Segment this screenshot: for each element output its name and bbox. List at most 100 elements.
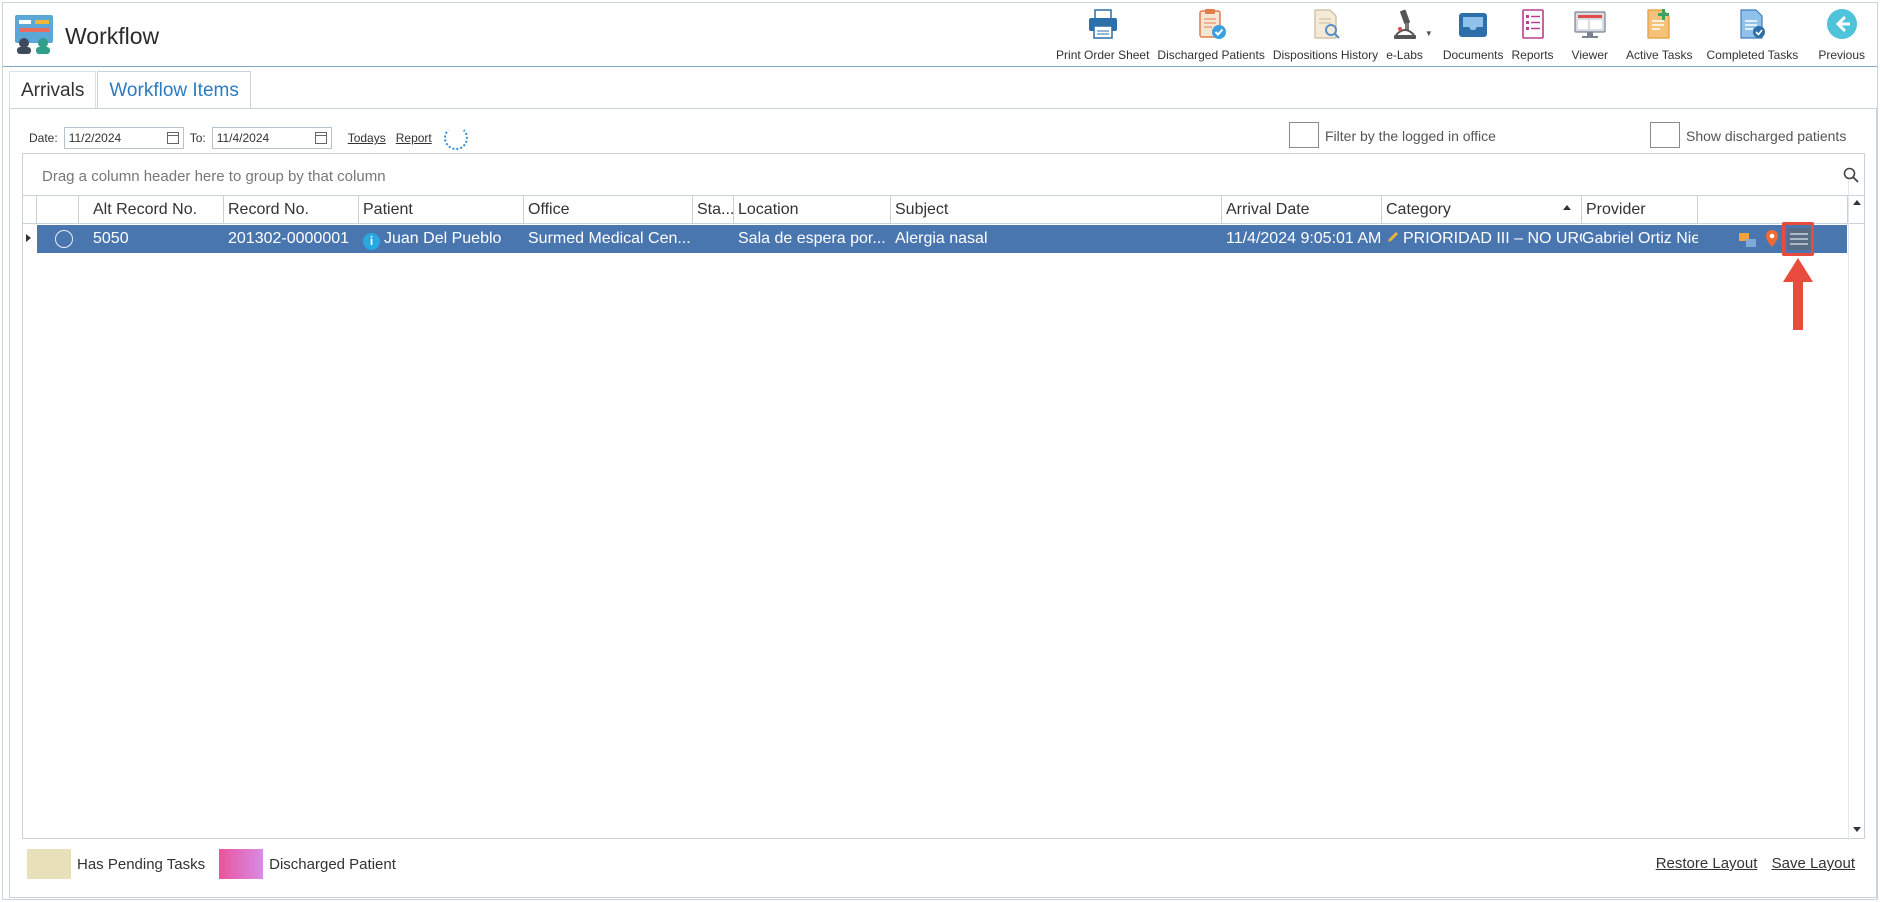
column-header-patient[interactable]: Patient xyxy=(359,196,524,224)
transfer-icon[interactable] xyxy=(1738,231,1758,249)
discharged-patient-swatch xyxy=(219,849,264,879)
column-header-subject[interactable]: Subject xyxy=(891,196,1222,224)
column-header-status[interactable]: Sta... xyxy=(693,196,734,224)
active-tasks-label: Active Tasks xyxy=(1626,48,1693,62)
column-header-alt-record[interactable]: Alt Record No. xyxy=(89,196,224,224)
patient-info-icon[interactable]: i xyxy=(363,233,380,250)
column-header-row: Alt Record No. Record No. Patient Office… xyxy=(23,196,1864,224)
pending-tasks-swatch xyxy=(27,849,71,879)
app-title: Workflow xyxy=(65,23,160,49)
reports-label: Reports xyxy=(1511,48,1554,62)
scroll-up-icon[interactable] xyxy=(1853,200,1861,205)
date-from-field[interactable]: 11/2/2024 xyxy=(63,127,184,149)
vertical-scrollbar[interactable] xyxy=(1848,180,1864,840)
reports-button[interactable]: Reports xyxy=(1508,7,1558,63)
pending-tasks-label: Has Pending Tasks xyxy=(77,855,206,873)
documents-button[interactable]: Documents xyxy=(1439,7,1508,63)
location-pin-icon[interactable] xyxy=(1764,229,1780,249)
table-row[interactable]: 5050 201302-0000001 i Juan Del Pueblo Sur… xyxy=(23,225,1864,253)
cell-office: Surmed Medical Cen... xyxy=(528,230,691,247)
column-header-actions xyxy=(1698,196,1848,224)
print-order-sheet-button[interactable]: Print Order Sheet xyxy=(1052,7,1153,63)
refresh-icon[interactable] xyxy=(443,126,468,150)
column-header-arrival-date[interactable]: Arrival Date xyxy=(1222,196,1382,224)
e-labs-button[interactable]: e-Labs xyxy=(1382,7,1427,63)
group-by-panel[interactable]: Drag a column header here to group by th… xyxy=(23,154,1864,196)
row-expand-icon[interactable] xyxy=(26,234,31,242)
cell-provider: Gabriel Ortiz Nieves xyxy=(1582,230,1698,247)
completed-tasks-icon xyxy=(1740,9,1766,39)
save-layout-link[interactable]: Save Layout xyxy=(1772,855,1855,872)
date-to-label: To: xyxy=(189,131,206,145)
show-discharged-checkbox[interactable] xyxy=(1650,122,1680,148)
date-from-value: 11/2/2024 xyxy=(68,131,122,145)
viewer-button[interactable]: Viewer xyxy=(1558,7,1622,63)
active-tasks-button[interactable]: Active Tasks xyxy=(1622,7,1696,63)
cell-patient[interactable]: i Juan Del Pueblo xyxy=(359,225,524,253)
layout-links: Restore Layout Save Layout xyxy=(1646,855,1855,872)
viewer-label: Viewer xyxy=(1571,48,1609,62)
main-toolbar: Print Order Sheet Discharged Patients Di… xyxy=(1052,7,1869,63)
filter-office-label: Filter by the logged in office xyxy=(1325,128,1496,144)
microscope-icon xyxy=(1393,9,1416,39)
column-header-category-label: Category xyxy=(1386,201,1451,218)
tab-arrivals[interactable]: Arrivals xyxy=(9,71,97,109)
column-header-category[interactable]: Category xyxy=(1382,196,1582,224)
tab-workflow-items[interactable]: Workflow Items xyxy=(97,71,251,109)
group-by-hint: Drag a column header here to group by th… xyxy=(42,168,386,185)
report-list-icon xyxy=(1521,9,1544,39)
discharged-patients-label: Discharged Patients xyxy=(1157,48,1265,62)
previous-label: Previous xyxy=(1818,48,1865,62)
document-search-icon xyxy=(1313,9,1340,39)
pencil-icon xyxy=(1388,232,1398,242)
sort-ascending-icon xyxy=(1563,205,1571,210)
show-discharged-label: Show discharged patients xyxy=(1686,128,1847,144)
restore-layout-link[interactable]: Restore Layout xyxy=(1656,855,1758,872)
cell-alt-record: 5050 xyxy=(93,230,129,247)
legend: Has Pending Tasks Discharged Patient xyxy=(27,849,396,879)
clipboard-check-icon xyxy=(1199,9,1227,39)
dispositions-history-label: Dispositions History xyxy=(1272,48,1379,62)
filter-office-checkbox[interactable] xyxy=(1289,122,1319,148)
calendar-icon[interactable] xyxy=(166,132,179,144)
cell-location: Sala de espera por... xyxy=(738,230,886,247)
back-arrow-icon xyxy=(1826,9,1857,39)
column-header-office[interactable]: Office xyxy=(524,196,693,224)
date-to-field[interactable]: 11/4/2024 xyxy=(211,127,332,149)
print-order-sheet-label: Print Order Sheet xyxy=(1056,48,1150,62)
cell-status xyxy=(693,225,734,253)
todays-link[interactable]: Todays xyxy=(348,131,386,145)
active-tasks-icon xyxy=(1647,9,1670,39)
workflow-grid: Drag a column header here to group by th… xyxy=(22,153,1865,840)
cell-arrival-date: 11/4/2024 9:05:01 AM xyxy=(1226,230,1382,247)
dispositions-history-button[interactable]: Dispositions History xyxy=(1269,7,1382,63)
scroll-down-icon[interactable] xyxy=(1853,827,1861,832)
workflow-logo-icon xyxy=(15,15,53,54)
header-bar: Workflow Print Order Sheet Discharged Pa… xyxy=(3,3,1877,67)
discharged-patient-label: Discharged Patient xyxy=(269,855,396,873)
e-labs-dropdown-icon[interactable]: ▼ xyxy=(1425,29,1433,38)
discharged-patients-button[interactable]: Discharged Patients xyxy=(1153,7,1268,63)
date-from-label: Date: xyxy=(29,131,58,145)
workflow-window: Workflow Print Order Sheet Discharged Pa… xyxy=(2,2,1878,900)
cell-category-text: PRIORIDAD III – NO URGENTE xyxy=(1403,230,1582,247)
calendar-icon[interactable] xyxy=(314,132,327,144)
cell-record: 201302-0000001 xyxy=(228,230,350,247)
row-select-radio[interactable] xyxy=(55,230,73,248)
callout-arrow-icon xyxy=(1783,258,1813,330)
printer-icon xyxy=(1088,9,1117,39)
tab-bar: Arrivals Workflow Items xyxy=(9,71,252,109)
completed-tasks-label: Completed Tasks xyxy=(1706,48,1799,62)
monitor-icon xyxy=(1574,11,1606,38)
cell-subject: Alergia nasal xyxy=(895,230,988,247)
report-link[interactable]: Report xyxy=(396,131,432,145)
highlight-callout-box xyxy=(1782,222,1814,256)
previous-button[interactable]: Previous xyxy=(1808,7,1869,63)
date-to-value: 11/4/2024 xyxy=(216,131,270,145)
date-filter-row: Date: 11/2/2024 To: 11/4/2024 Todays Rep… xyxy=(29,126,468,150)
documents-label: Documents xyxy=(1442,48,1504,62)
column-header-location[interactable]: Location xyxy=(734,196,891,224)
column-header-record[interactable]: Record No. xyxy=(224,196,359,224)
column-header-provider[interactable]: Provider xyxy=(1582,196,1698,224)
completed-tasks-button[interactable]: Completed Tasks xyxy=(1696,7,1808,63)
